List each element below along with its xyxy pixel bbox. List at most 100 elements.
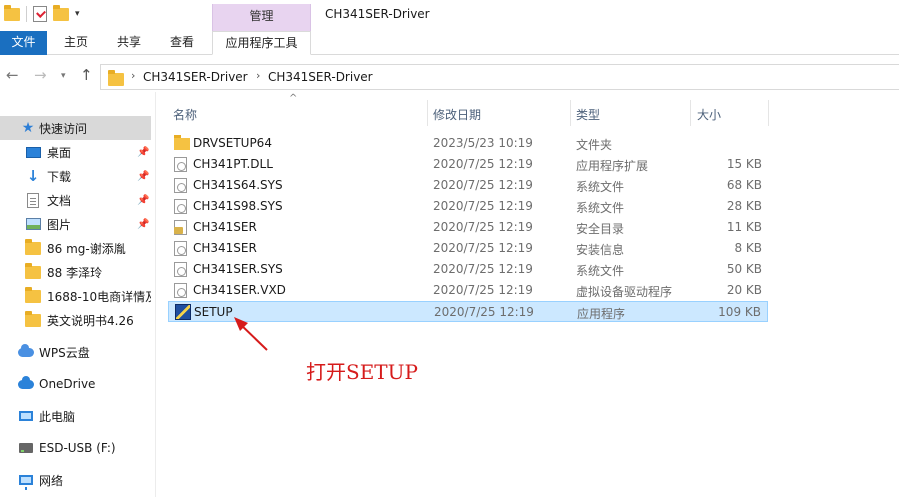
file-name: DRVSETUP64 xyxy=(193,136,272,150)
file-row-ch341pt-dll[interactable]: CH341PT.DLL 2020/7/25 12:19 应用程序扩展 15 KB xyxy=(168,154,768,175)
pin-icon[interactable]: 📌 xyxy=(137,195,149,206)
address-bar[interactable]: › CH341SER-Driver › CH341SER-Driver xyxy=(100,64,899,90)
file-row-ch341s64-sys[interactable]: CH341S64.SYS 2020/7/25 12:19 系统文件 68 KB xyxy=(168,175,768,196)
pane-divider[interactable] xyxy=(155,92,156,497)
up-arrow-icon[interactable]: ↑ xyxy=(80,66,93,84)
folder-icon xyxy=(25,286,41,304)
pictures-icon xyxy=(25,216,41,232)
tab-view[interactable]: 查看 xyxy=(158,31,206,55)
file-row-drvsetup64[interactable]: DRVSETUP64 2023/5/23 10:19 文件夹 xyxy=(168,133,768,154)
pin-icon[interactable]: 📌 xyxy=(137,147,149,158)
sidebar-item-quick-access[interactable]: ★ 快速访问 xyxy=(0,116,151,140)
column-header-date[interactable]: 修改日期 xyxy=(428,97,570,127)
sidebar-item-documents[interactable]: 文档 📌 xyxy=(0,188,151,212)
file-size: 109 KB xyxy=(718,305,761,319)
sidebar-item-label: ESD-USB (F:) xyxy=(39,441,116,455)
chevron-down-icon[interactable]: ▾ xyxy=(75,9,80,19)
new-folder-icon[interactable] xyxy=(53,4,69,21)
pc-icon xyxy=(18,408,34,424)
pin-icon[interactable]: 📌 xyxy=(137,171,149,182)
file-name: CH341S98.SYS xyxy=(193,199,283,213)
file-row-setup[interactable]: SETUP 2020/7/25 12:19 应用程序 109 KB xyxy=(168,301,768,322)
folder-icon[interactable] xyxy=(4,4,20,21)
sys-file-icon xyxy=(174,199,187,214)
breadcrumb-item[interactable]: CH341SER-Driver xyxy=(268,70,373,84)
sidebar-item-folder[interactable]: 86 mg-谢添胤 xyxy=(0,236,151,260)
star-icon: ★ xyxy=(21,120,35,136)
chevron-right-icon[interactable]: › xyxy=(131,69,135,82)
navigation-pane: ★ 快速访问 桌面 📌 ↓ 下载 📌 文档 📌 图片 📌 86 mg-谢添胤 8… xyxy=(0,108,155,497)
file-date: 2020/7/25 12:19 xyxy=(433,241,533,255)
sidebar-item-onedrive[interactable]: OneDrive xyxy=(0,372,151,396)
file-row-ch341ser-sys[interactable]: CH341SER.SYS 2020/7/25 12:19 系统文件 50 KB xyxy=(168,259,768,280)
file-row-ch341ser-catalog[interactable]: CH341SER 2020/7/25 12:19 安全目录 11 KB xyxy=(168,217,768,238)
chevron-right-icon[interactable]: › xyxy=(256,69,260,82)
folder-icon xyxy=(25,262,41,280)
file-type: 安装信息 xyxy=(576,243,625,257)
toolbar-divider xyxy=(26,6,27,22)
column-divider[interactable] xyxy=(768,100,769,126)
sys-file-icon xyxy=(174,178,187,193)
breadcrumb-item[interactable]: CH341SER-Driver xyxy=(143,70,248,84)
sidebar-item-network[interactable]: 网络 xyxy=(0,468,151,492)
tab-file[interactable]: 文件 xyxy=(0,31,47,55)
sidebar-item-this-pc[interactable]: 此电脑 xyxy=(0,404,151,428)
folder-icon xyxy=(25,310,41,328)
file-type: 安全目录 xyxy=(576,222,625,236)
context-tab-group[interactable]: 管理 xyxy=(212,4,311,31)
file-name: CH341PT.DLL xyxy=(193,157,273,171)
tab-home[interactable]: 主页 xyxy=(52,31,100,55)
file-type: 文件夹 xyxy=(576,138,613,152)
recent-locations-chevron-icon[interactable]: ▾ xyxy=(61,71,66,81)
sidebar-item-desktop[interactable]: 桌面 📌 xyxy=(0,140,151,164)
sidebar-item-label: 图片 xyxy=(47,217,72,232)
file-size: 20 KB xyxy=(726,283,762,297)
network-icon xyxy=(18,472,34,490)
sidebar-item-label: 1688-10电商详情及 xyxy=(47,289,151,304)
download-icon: ↓ xyxy=(26,167,40,185)
file-date: 2020/7/25 12:19 xyxy=(433,178,533,192)
file-row-ch341ser-inf[interactable]: CH341SER 2020/7/25 12:19 安装信息 8 KB xyxy=(168,238,768,259)
sidebar-item-label: 英文说明书4.26 xyxy=(47,313,134,328)
file-row-ch341ser-vxd[interactable]: CH341SER.VXD 2020/7/25 12:19 虚拟设备驱动程序 20… xyxy=(168,280,768,301)
file-type: 系统文件 xyxy=(576,201,625,215)
sidebar-item-label: 下载 xyxy=(47,169,72,184)
sidebar-item-label: 此电脑 xyxy=(39,409,76,424)
properties-icon[interactable] xyxy=(33,6,47,22)
sidebar-item-downloads[interactable]: ↓ 下载 📌 xyxy=(0,164,151,188)
desktop-icon xyxy=(25,144,41,160)
sidebar-item-label: 文档 xyxy=(47,193,72,208)
file-type: 系统文件 xyxy=(576,180,625,194)
file-size: 11 KB xyxy=(726,220,762,234)
title-bar: ▾ 管理 CH341SER-Driver xyxy=(0,0,899,31)
tab-application-tools[interactable]: 应用程序工具 xyxy=(212,31,311,55)
documents-icon xyxy=(25,192,41,208)
folder-icon xyxy=(108,70,124,86)
column-header-size[interactable]: 大小 xyxy=(691,97,768,127)
onedrive-icon xyxy=(18,375,34,392)
sidebar-item-wps-cloud[interactable]: WPS云盘 xyxy=(0,340,151,364)
file-date: 2020/7/25 12:19 xyxy=(433,262,533,276)
file-size: 8 KB xyxy=(734,241,762,255)
sidebar-item-folder[interactable]: 英文说明书4.26 xyxy=(0,308,151,332)
setup-exe-icon xyxy=(175,304,191,320)
file-date: 2020/7/25 12:19 xyxy=(433,220,533,234)
sidebar-item-label: OneDrive xyxy=(39,377,96,391)
sidebar-item-folder[interactable]: 1688-10电商详情及 xyxy=(0,284,151,308)
sidebar-item-folder[interactable]: 88 李泽玲 xyxy=(0,260,151,284)
file-row-ch341s98-sys[interactable]: CH341S98.SYS 2020/7/25 12:19 系统文件 28 KB xyxy=(168,196,768,217)
dll-file-icon xyxy=(174,157,187,172)
file-name: CH341SER.VXD xyxy=(193,283,286,297)
catalog-file-icon xyxy=(174,220,187,235)
navigation-bar: ← → ▾ ↑ › CH341SER-Driver › CH341SER-Dri… xyxy=(0,62,899,92)
pin-icon[interactable]: 📌 xyxy=(137,219,149,230)
column-header-type[interactable]: 类型 xyxy=(571,97,690,127)
sidebar-item-label: WPS云盘 xyxy=(39,345,90,360)
sidebar-item-pictures[interactable]: 图片 📌 xyxy=(0,212,151,236)
sidebar-item-usb-drive[interactable]: ESD-USB (F:) xyxy=(0,436,151,460)
forward-arrow-icon[interactable]: → xyxy=(34,66,47,84)
tab-share[interactable]: 共享 xyxy=(105,31,153,55)
annotation-text: 打开SETUP xyxy=(306,360,418,384)
column-header-name[interactable]: 名称 xyxy=(168,97,426,127)
back-arrow-icon[interactable]: ← xyxy=(6,66,19,84)
